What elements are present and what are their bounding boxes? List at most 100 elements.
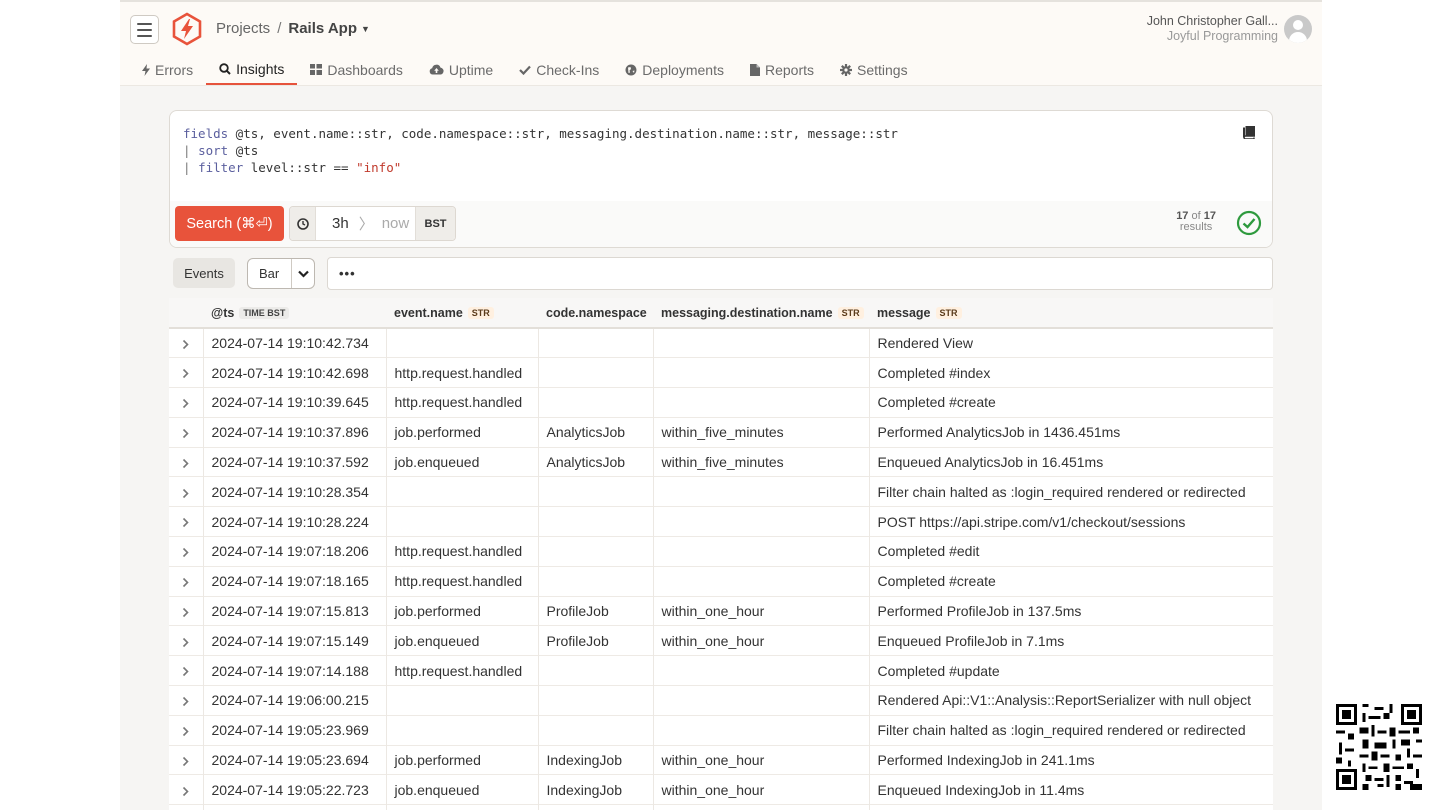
results-filter-input[interactable]: ••• <box>327 257 1273 290</box>
table-row[interactable]: 2024-07-14 19:07:15.813 job.performed Prof… <box>169 596 1273 626</box>
tab-deployments[interactable]: Deployments <box>612 54 737 85</box>
table-row[interactable]: 2024-07-14 19:05:22.723 job.enqueued Index… <box>169 774 1273 805</box>
cell-event-name: http.request.handled <box>386 357 539 388</box>
cell-event-name: job.performed <box>386 745 539 775</box>
search-button[interactable]: Search (⌘⏎) <box>175 206 284 241</box>
table-row[interactable]: 2024-07-14 19:10:28.224 POST https://api.… <box>169 506 1273 537</box>
cell-ts: 2024-07-14 19:10:37.896 <box>203 417 387 448</box>
chevron-right-icon <box>183 726 189 737</box>
cell-code-namespace <box>538 655 654 686</box>
tab-check-ins[interactable]: Check-Ins <box>506 54 612 85</box>
expand-row-button[interactable] <box>169 476 204 507</box>
cell-code-namespace: IndexingJob <box>538 745 654 775</box>
cell-message: Rendered View <box>877 335 973 352</box>
chevron-right-icon <box>183 697 189 707</box>
project-switcher[interactable]: Rails App <box>288 20 357 37</box>
cell-event-name <box>386 685 539 716</box>
timezone-button[interactable]: BST <box>415 207 455 240</box>
cell-messaging-destination <box>653 566 870 597</box>
book-icon[interactable] <box>1243 126 1255 139</box>
visualization-value: Bar <box>259 266 280 281</box>
cell-code-namespace <box>538 506 654 537</box>
breadcrumb-projects[interactable]: Projects <box>216 20 270 37</box>
table-row[interactable]: 2024-07-14 19:05:23.694 job.performed Inde… <box>169 745 1273 775</box>
tab-dashboards[interactable]: Dashboards <box>297 54 416 85</box>
avatar[interactable] <box>1284 15 1312 43</box>
cell-event-name: job.enqueued <box>386 625 539 656</box>
expand-row-button[interactable] <box>169 506 204 537</box>
tab-errors[interactable]: Errors <box>134 54 206 85</box>
tab-reports[interactable]: Reports <box>737 54 827 85</box>
expand-row-button[interactable] <box>169 417 204 448</box>
breadcrumb: Projects / Rails App ▼ <box>216 20 370 37</box>
table-row[interactable]: 2024-07-14 19:05:23.969 Filter chain halt… <box>169 715 1273 746</box>
range-to[interactable]: now <box>382 215 410 232</box>
expand-row-button[interactable] <box>169 774 204 805</box>
expand-row-button[interactable] <box>169 566 204 597</box>
table-row[interactable]: 2024-07-14 19:07:14.188 http.request.hand… <box>169 655 1273 686</box>
table-row[interactable]: 2024-07-14 19:06:00.215 Rendered Api::V1:… <box>169 685 1273 716</box>
expand-row-button[interactable] <box>169 685 204 716</box>
table-row[interactable]: 2024-07-14 19:10:37.592 job.enqueued Analy… <box>169 447 1273 477</box>
table-row[interactable]: 2024-07-14 19:10:42.734 Rendered View <box>169 328 1273 358</box>
gear-icon <box>840 63 852 76</box>
column-header[interactable]: message STR <box>869 298 1273 328</box>
expand-row-button[interactable] <box>169 387 204 418</box>
expand-row-button[interactable] <box>169 715 204 746</box>
column-header[interactable]: code.namespace <box>538 298 653 328</box>
column-header[interactable]: messaging.destination.name STR <box>653 298 869 328</box>
expand-row-button[interactable] <box>169 357 204 388</box>
caret-down-icon[interactable]: ▼ <box>361 24 370 34</box>
events-view-button[interactable]: Events <box>173 258 235 288</box>
expand-row-button[interactable] <box>169 447 204 477</box>
user-menu[interactable]: John Christopher Gall... Joyful Programm… <box>1147 14 1278 44</box>
cell-message: Performed IndexingJob in 241.1ms <box>877 752 1095 769</box>
honeybadger-logo-icon[interactable] <box>170 12 204 46</box>
cell-event-name <box>386 804 539 810</box>
cell-message: Enqueued AnalyticsJob in 16.451ms <box>877 454 1104 471</box>
cell-message: Filter chain halted as :login_required r… <box>877 722 1246 739</box>
expand-row-button[interactable] <box>169 804 204 810</box>
expand-row-button[interactable] <box>169 625 204 656</box>
cell-ts: 2024-07-14 19:07:14.188 <box>203 655 387 686</box>
expand-row-button[interactable] <box>169 655 204 686</box>
cell-code-namespace: AnalyticsJob <box>538 447 654 477</box>
cell-code-namespace <box>538 357 654 388</box>
cell-message: Completed #index <box>877 364 991 381</box>
breadcrumb-separator: / <box>277 20 282 37</box>
tab-insights[interactable]: Insights <box>206 54 298 85</box>
menu-button[interactable] <box>130 15 159 44</box>
app-window: Projects / Rails App ▼ John Christopher … <box>120 0 1322 810</box>
column-header[interactable]: event.name STR <box>386 298 538 328</box>
cell-event-name <box>386 506 539 537</box>
cell-ts: 2024-07-14 19:07:15.149 <box>203 625 387 656</box>
tab-uptime[interactable]: Uptime <box>416 54 506 85</box>
visualization-select[interactable]: Bar <box>247 258 315 289</box>
cell-code-namespace <box>538 476 654 507</box>
expand-row-button[interactable] <box>169 328 204 358</box>
expand-row-button[interactable] <box>169 536 204 567</box>
table-row[interactable] <box>169 804 1273 810</box>
range-from[interactable]: 3h <box>332 215 349 232</box>
table-row[interactable]: 2024-07-14 19:10:39.645 http.request.hand… <box>169 387 1273 418</box>
expand-row-button[interactable] <box>169 745 204 775</box>
cell-code-namespace: ProfileJob <box>538 625 654 656</box>
table-row[interactable]: 2024-07-14 19:10:42.698 http.request.hand… <box>169 357 1273 388</box>
cell-event-name <box>386 715 539 746</box>
cell-message: Completed #update <box>877 662 1000 679</box>
type-badge: STR <box>467 306 494 319</box>
table-row[interactable]: 2024-07-14 19:07:18.165 http.request.hand… <box>169 566 1273 597</box>
table-row[interactable]: 2024-07-14 19:10:28.354 Filter chain halt… <box>169 476 1273 507</box>
file-icon <box>749 63 760 76</box>
table-row[interactable]: 2024-07-14 19:07:15.149 job.enqueued Profi… <box>169 625 1273 656</box>
table-row[interactable]: 2024-07-14 19:07:18.206 http.request.hand… <box>169 536 1273 567</box>
cell-code-namespace <box>538 715 654 746</box>
query-editor[interactable]: fields @ts, event.name::str, code.namesp… <box>183 125 898 176</box>
cell-message: Enqueued ProfileJob in 7.1ms <box>877 632 1065 649</box>
time-range-picker[interactable]: 3h 〉 now BST <box>289 206 456 241</box>
expand-row-button[interactable] <box>169 596 204 626</box>
tab-settings[interactable]: Settings <box>827 54 921 85</box>
cell-messaging-destination: within_one_hour <box>653 774 870 805</box>
column-header[interactable]: @ts TIME BST <box>203 298 386 328</box>
table-row[interactable]: 2024-07-14 19:10:37.896 job.performed Anal… <box>169 417 1273 448</box>
